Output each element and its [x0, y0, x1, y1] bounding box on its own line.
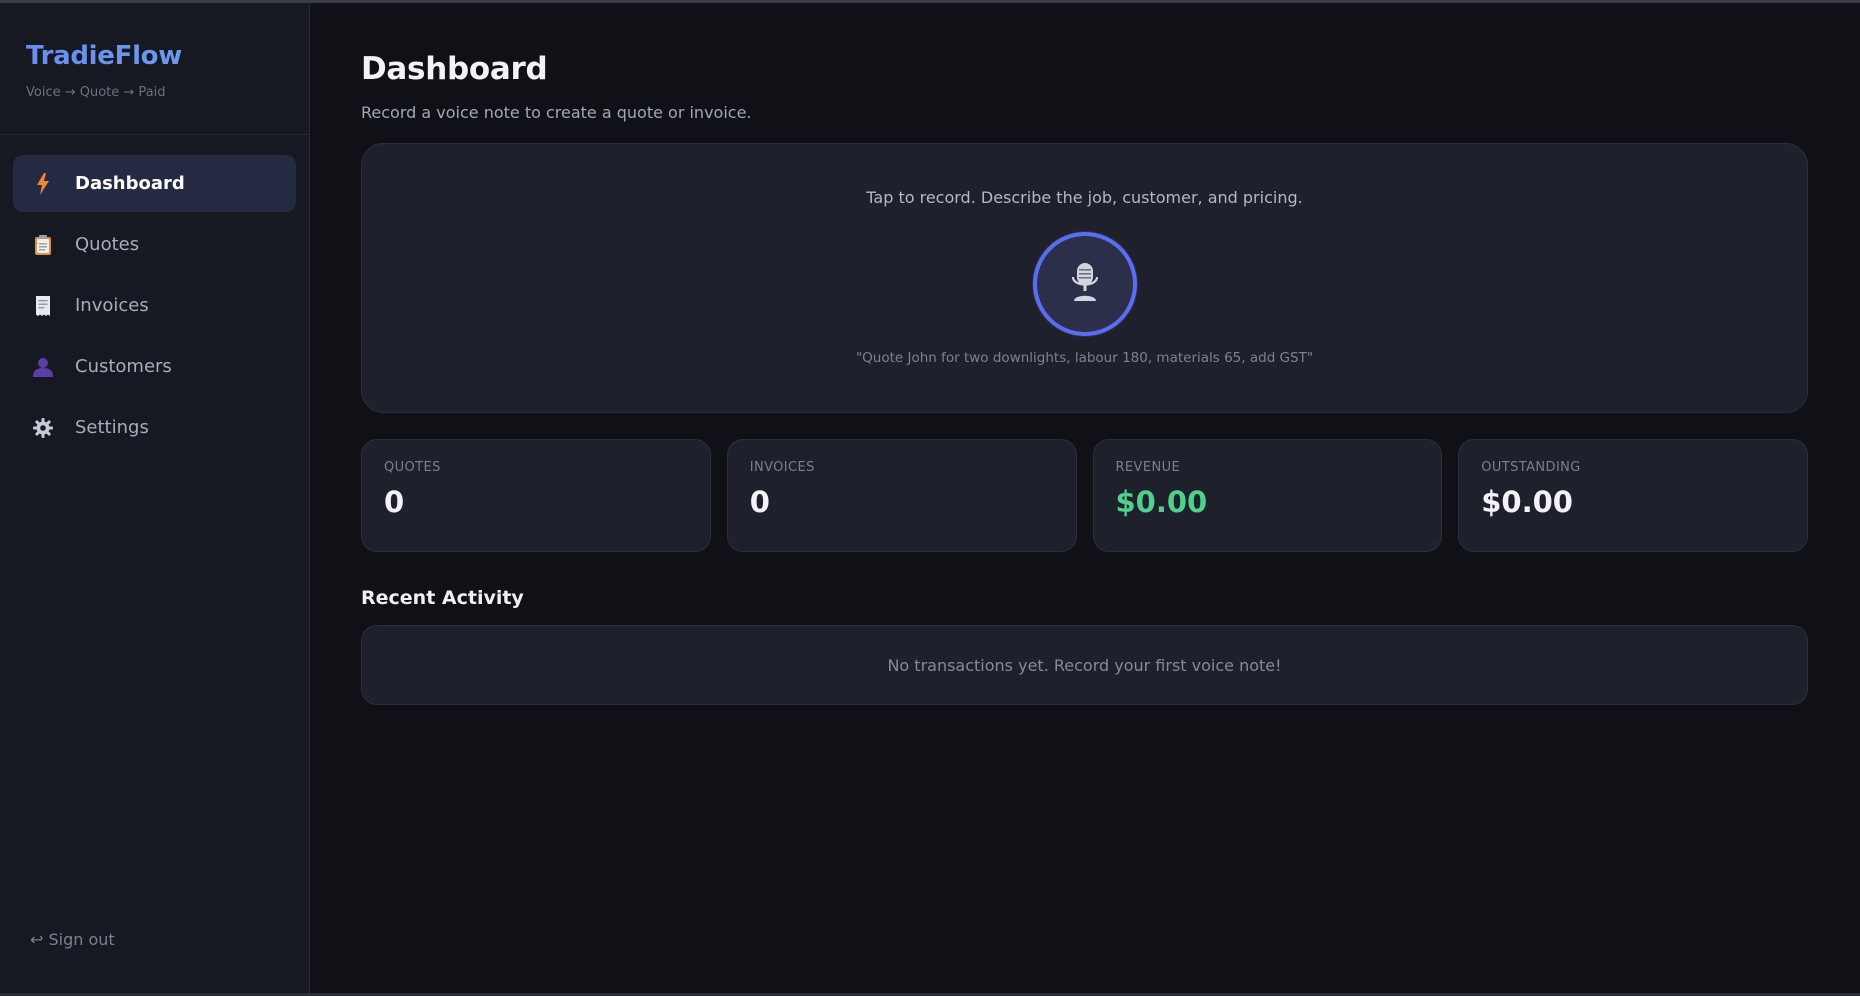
- voice-recorder-card: Tap to record. Describe the job, custome…: [361, 143, 1808, 413]
- stat-label: REVENUE: [1115, 460, 1181, 475]
- stat-label: QUOTES: [384, 460, 441, 475]
- stat-value: $0.00: [1481, 485, 1573, 519]
- stat-card-quotes: QUOTES 0: [361, 439, 711, 552]
- microphone-icon: [1071, 263, 1098, 305]
- stat-card-revenue: REVENUE $0.00: [1092, 439, 1443, 552]
- stat-value: $0.00: [1115, 485, 1208, 519]
- sidebar-item-dashboard[interactable]: Dashboard: [13, 155, 296, 212]
- page-title: Dashboard: [361, 51, 548, 87]
- lightning-icon: [33, 172, 53, 195]
- sidebar-item-label: Customers: [75, 356, 172, 377]
- record-hint: Tap to record. Describe the job, custome…: [866, 188, 1303, 207]
- sidebar-item-label: Invoices: [75, 295, 149, 316]
- main-content: Dashboard Record a voice note to create …: [361, 3, 1808, 705]
- sidebar-item-invoices[interactable]: Invoices: [13, 277, 296, 334]
- clipboard-icon: [33, 234, 53, 255]
- brand: TradieFlow Voice → Quote → Paid: [0, 3, 309, 135]
- sign-out-link[interactable]: ↩ Sign out: [30, 930, 115, 949]
- stat-label: INVOICES: [749, 460, 815, 475]
- stats-row: QUOTES 0 INVOICES 0 REVENUE $0.00 OUTSTA…: [361, 439, 1808, 552]
- empty-state-text: No transactions yet. Record your first v…: [887, 655, 1282, 675]
- brand-tagline: Voice → Quote → Paid: [26, 85, 166, 100]
- page-subtitle: Record a voice note to create a quote or…: [361, 103, 752, 122]
- sidebar-item-label: Dashboard: [75, 173, 185, 194]
- sidebar-item-label: Quotes: [75, 234, 140, 255]
- sidebar-nav: Dashboard Quotes Invoices Customers Sett…: [0, 135, 309, 456]
- stat-label: OUTSTANDING: [1481, 460, 1581, 475]
- recent-activity-title: Recent Activity: [361, 587, 524, 609]
- sidebar-item-settings[interactable]: Settings: [13, 399, 296, 456]
- brand-name: TradieFlow: [26, 41, 283, 71]
- sidebar: TradieFlow Voice → Quote → Paid Dashboar…: [0, 3, 310, 993]
- record-example: "Quote John for two downlights, labour 1…: [855, 350, 1314, 366]
- recent-activity-empty-state: No transactions yet. Record your first v…: [361, 625, 1808, 705]
- sidebar-item-customers[interactable]: Customers: [13, 338, 296, 395]
- stat-card-invoices: INVOICES 0: [726, 439, 1077, 552]
- stat-value: 0: [384, 485, 405, 519]
- record-button[interactable]: [1032, 232, 1137, 336]
- sidebar-item-quotes[interactable]: Quotes: [13, 216, 296, 273]
- stat-value: 0: [749, 485, 770, 519]
- sidebar-item-label: Settings: [75, 417, 149, 438]
- stat-card-outstanding: OUTSTANDING $0.00: [1458, 439, 1808, 552]
- person-icon: [33, 357, 53, 377]
- gear-icon: [33, 417, 53, 438]
- receipt-icon: [33, 295, 53, 316]
